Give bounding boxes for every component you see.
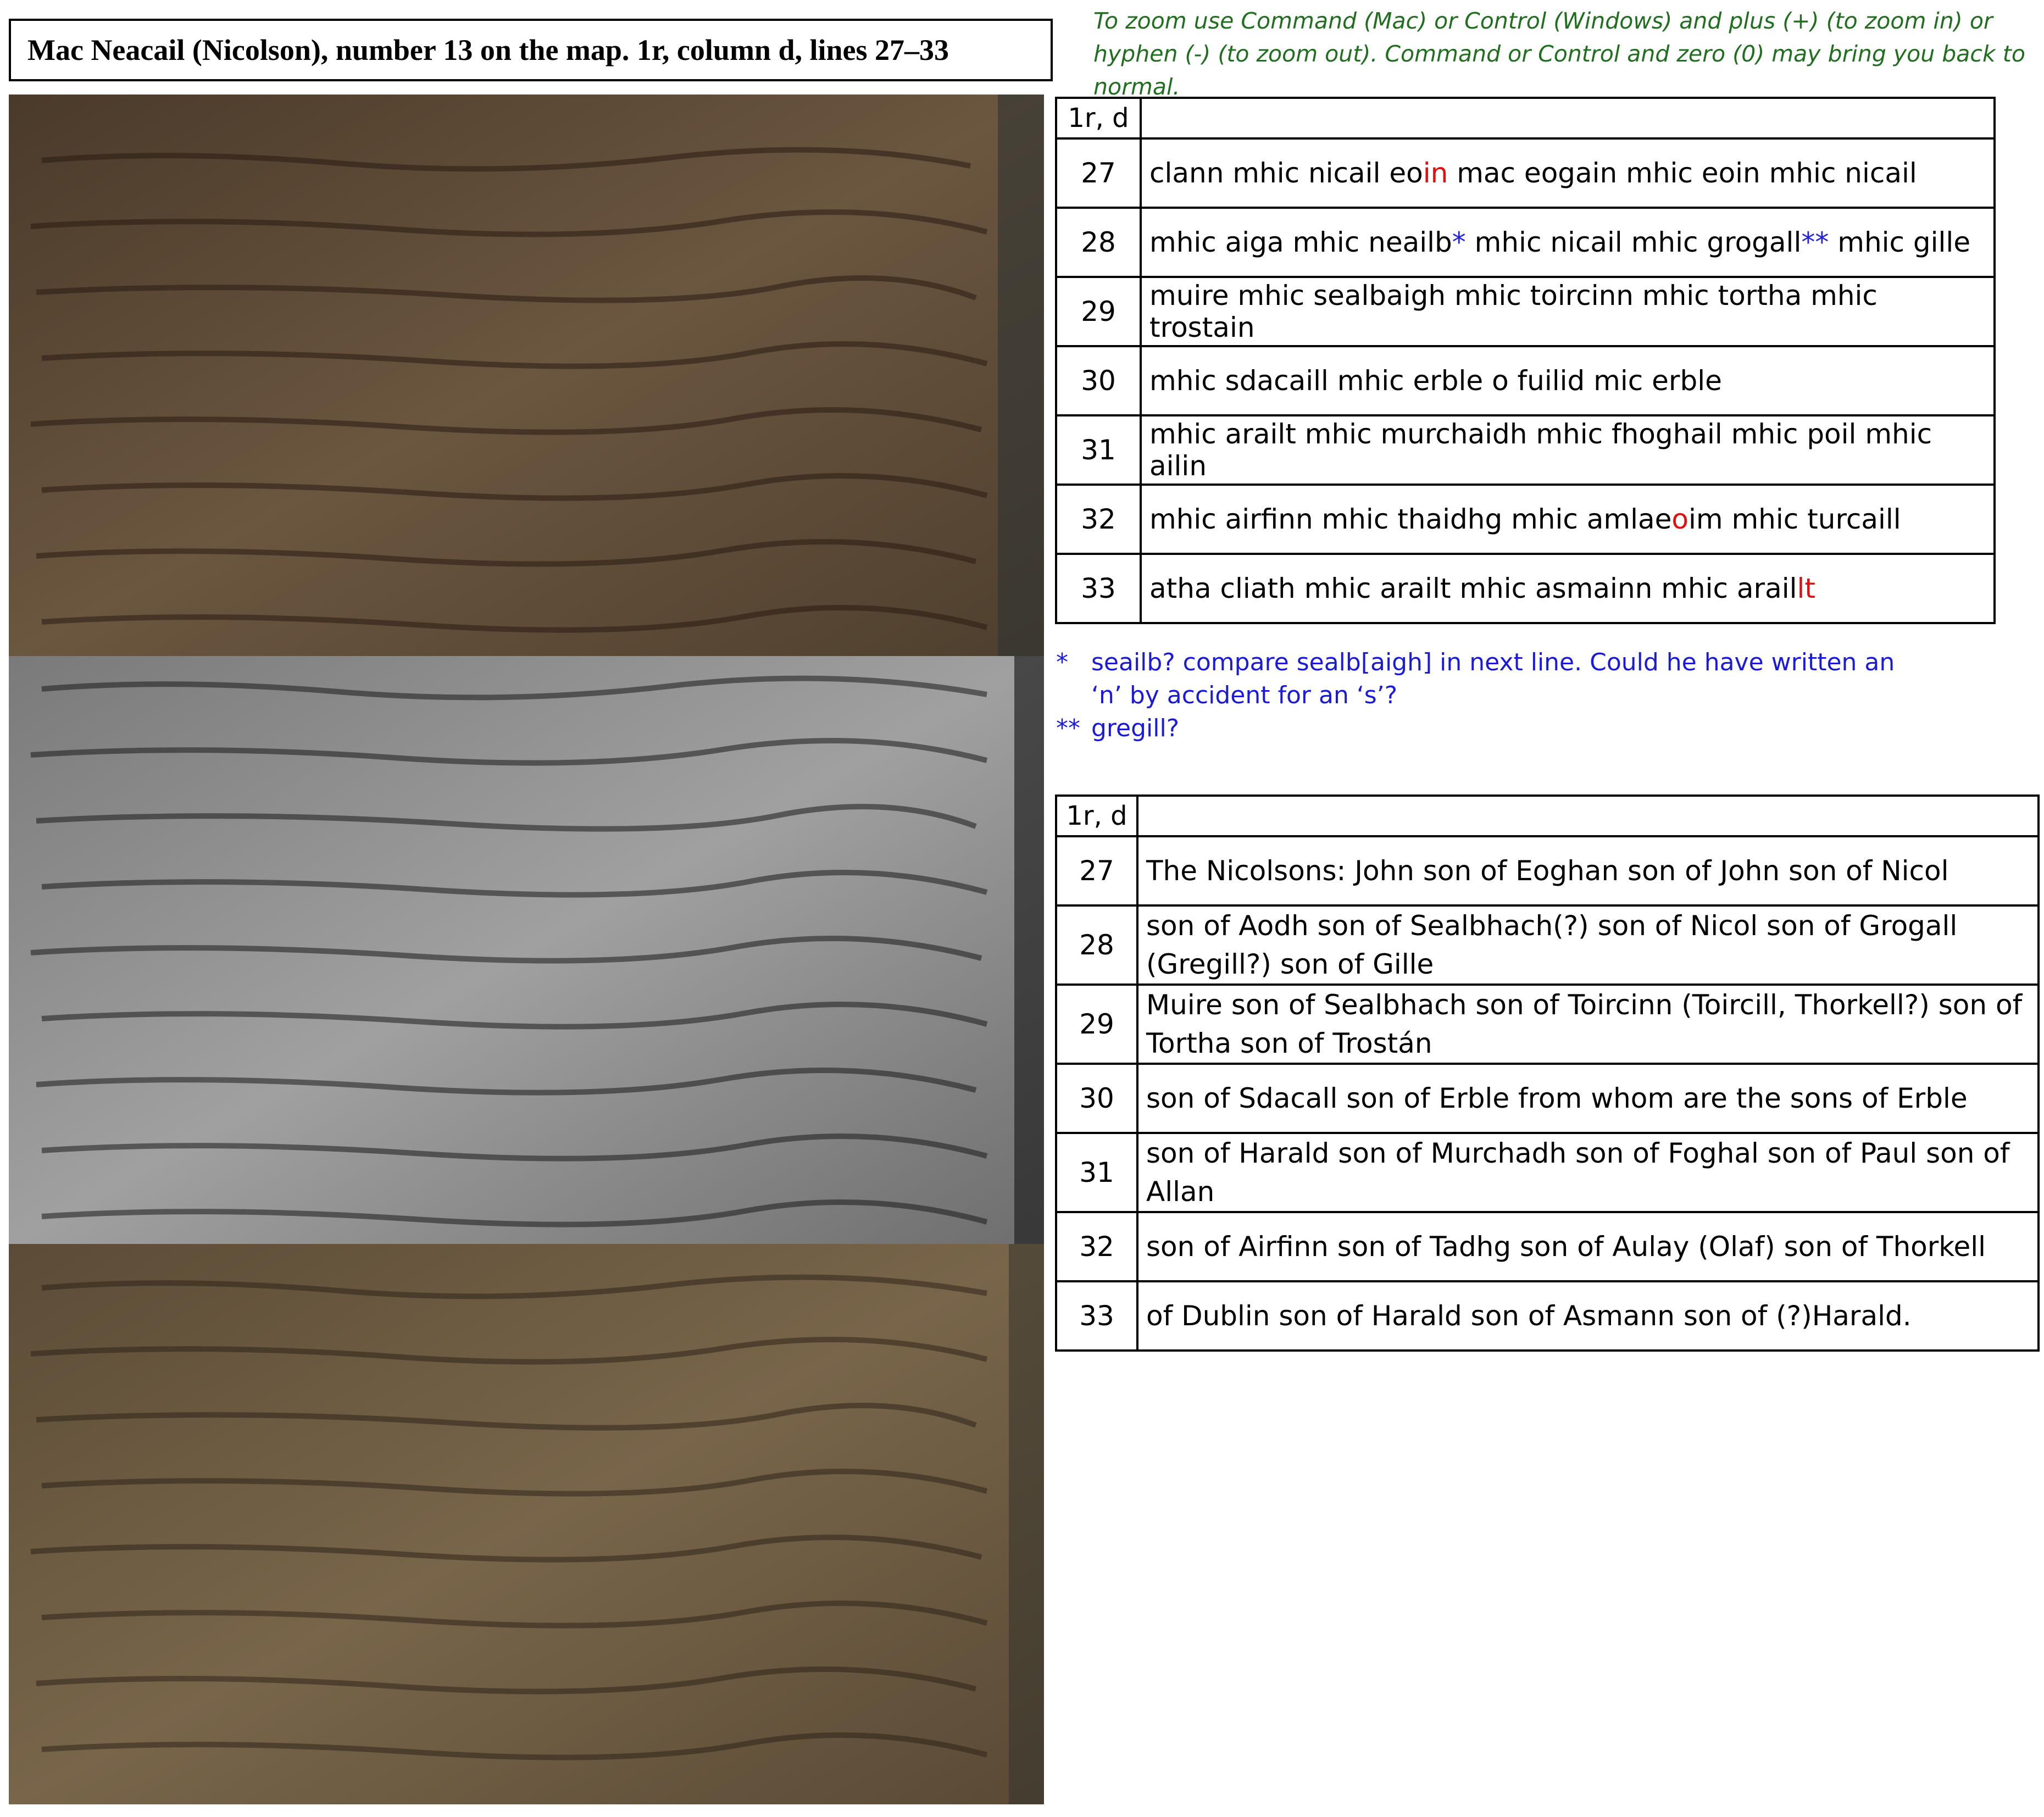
line-number: 31 [1055, 1132, 1138, 1213]
line-number: 28 [1055, 207, 1142, 278]
table-row: 27 clann mhic nicail eoin mac eogain mhi… [1055, 137, 1996, 209]
manuscript-scan-greyscale [9, 656, 1044, 1244]
line-text: mhic arailt mhic murchaidh mhic fhoghail… [1140, 414, 1996, 486]
line-text: atha cliath mhic arailt mhic asmainn mhi… [1140, 553, 1996, 624]
line-number: 30 [1055, 345, 1142, 416]
translation-text: Muire son of Sealbhach son of Toircinn (… [1136, 983, 2040, 1065]
table-row: 30 son of Sdacall son of Erble from whom… [1055, 1063, 2040, 1134]
line-text: mhic sdacaill mhic erble o fuilid mic er… [1140, 345, 1996, 416]
line-text: mhic airfinn mhic thaidhg mhic amlaeoim … [1140, 484, 1996, 555]
table-row: 29 Muire son of Sealbhach son of Toircin… [1055, 983, 2040, 1065]
table-row: 33 atha cliath mhic arailt mhic asmainn … [1055, 553, 1996, 624]
emendation-mark: lt [1797, 573, 1816, 604]
table-row: 28 son of Aodh son of Sealbhach(?) son o… [1055, 904, 2040, 986]
line-number: 32 [1055, 1211, 1138, 1282]
column-ref: 1r, d [1055, 97, 1142, 140]
line-text: muire mhic sealbaigh mhic toircinn mhic … [1140, 276, 1996, 347]
manuscript-scan-colour [9, 95, 1044, 656]
text-part: mhic airfinn mhic thaidhg mhic amlae [1149, 503, 1672, 535]
line-number: 28 [1055, 904, 1138, 986]
text-part: mac eogain mhic eoin mhic nicail [1448, 157, 1917, 189]
table-header-row: 1r, d [1055, 97, 1996, 140]
footnote-text: seailb? compare sealb[aigh] in next line… [1091, 648, 1895, 709]
line-number: 31 [1055, 414, 1142, 486]
table-row: 33 of Dublin son of Harald son of Asmann… [1055, 1280, 2040, 1352]
translation-text: son of Aodh son of Sealbhach(?) son of N… [1136, 904, 2040, 986]
line-number: 33 [1055, 553, 1142, 624]
translation-text: son of Airfinn son of Tadhg son of Aulay… [1136, 1211, 2040, 1282]
table-row: 30 mhic sdacaill mhic erble o fuilid mic… [1055, 345, 1996, 416]
text-part: im mhic turcaill [1688, 503, 1901, 535]
line-number: 27 [1055, 137, 1142, 209]
line-number: 30 [1055, 1063, 1138, 1134]
table-row: 32 mhic airfinn mhic thaidhg mhic amlaeo… [1055, 484, 1996, 555]
table-header-row: 1r, d [1055, 794, 2040, 837]
line-number: 29 [1055, 983, 1138, 1065]
translation-table: 1r, d 27 The Nicolsons: John son of Eogh… [1055, 794, 2040, 1352]
text-part: atha cliath mhic arailt mhic asmainn mhi… [1149, 573, 1797, 604]
footnote-marker: ** [1801, 226, 1829, 258]
line-text: mhic aiga mhic neailb* mhic nicail mhic … [1140, 207, 1996, 278]
text-part: mhic gille [1829, 226, 1971, 258]
line-text: clann mhic nicail eoin mac eogain mhic e… [1140, 137, 1996, 209]
emendation-mark: in [1423, 157, 1448, 189]
page-title: Mac Neacail (Nicolson), number 13 on the… [9, 19, 1053, 81]
column-ref: 1r, d [1055, 794, 1138, 837]
footnote-mark: ** [1056, 714, 1080, 742]
text-part: mhic nicail mhic grogall [1465, 226, 1802, 258]
line-number: 29 [1055, 276, 1142, 347]
translation-text: son of Harald son of Murchadh son of Fog… [1136, 1132, 2040, 1213]
footnotes: * seailb? compare sealb[aigh] in next li… [1056, 646, 1913, 745]
header-blank [1136, 794, 2040, 837]
footnote-marker: * [1452, 226, 1466, 258]
translation-text: The Nicolsons: John son of Eoghan son of… [1136, 835, 2040, 907]
footnote-text: gregill? [1091, 714, 1180, 742]
text-part: mhic aiga mhic neailb [1149, 226, 1452, 258]
text-part: clann mhic nicail eo [1149, 157, 1423, 189]
table-row: 28 mhic aiga mhic neailb* mhic nicail mh… [1055, 207, 1996, 278]
transcription-table: 1r, d 27 clann mhic nicail eoin mac eoga… [1055, 97, 1996, 624]
table-row: 29 muire mhic sealbaigh mhic toircinn mh… [1055, 276, 1996, 347]
translation-text: of Dublin son of Harald son of Asmann so… [1136, 1280, 2040, 1352]
footnote-mark: * [1056, 648, 1068, 676]
line-number: 32 [1055, 484, 1142, 555]
table-row: 31 son of Harald son of Murchadh son of … [1055, 1132, 2040, 1213]
table-row: 31 mhic arailt mhic murchaidh mhic fhogh… [1055, 414, 1996, 486]
translation-text: son of Sdacall son of Erble from whom ar… [1136, 1063, 2040, 1134]
manuscript-scan-colour-2 [9, 1244, 1044, 1804]
emendation-mark: o [1671, 503, 1688, 535]
line-number: 33 [1055, 1280, 1138, 1352]
table-row: 27 The Nicolsons: John son of Eoghan son… [1055, 835, 2040, 907]
footnote: ** gregill? [1056, 712, 1913, 745]
table-row: 32 son of Airfinn son of Tadhg son of Au… [1055, 1211, 2040, 1282]
zoom-instructions: To zoom use Command (Mac) or Control (Wi… [1093, 8, 2025, 100]
line-number: 27 [1055, 835, 1138, 907]
header-blank [1140, 97, 1996, 140]
footnote: * seailb? compare sealb[aigh] in next li… [1056, 646, 1913, 712]
